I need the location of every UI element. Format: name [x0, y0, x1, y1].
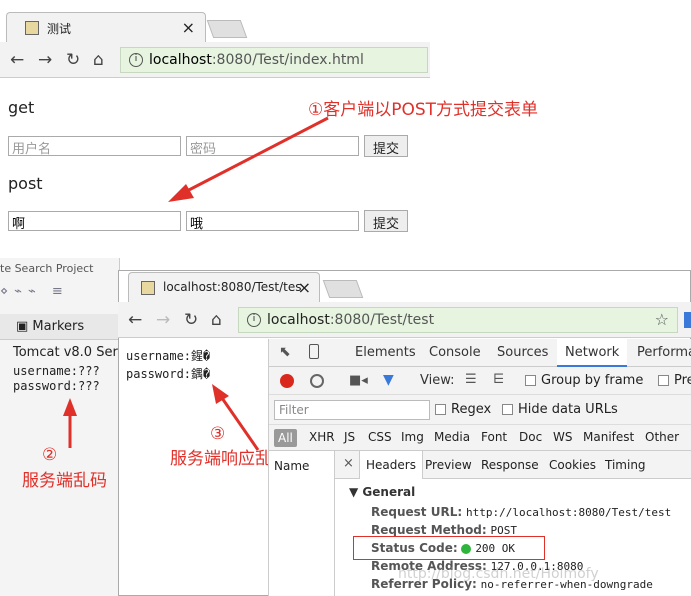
arrow-3-head [212, 384, 229, 404]
arrow-1-head [168, 184, 194, 202]
arrow-3 [220, 397, 260, 451]
arrow-2-head [63, 398, 77, 416]
annotation-arrows [63, 116, 329, 451]
arrow-1 [184, 116, 329, 194]
